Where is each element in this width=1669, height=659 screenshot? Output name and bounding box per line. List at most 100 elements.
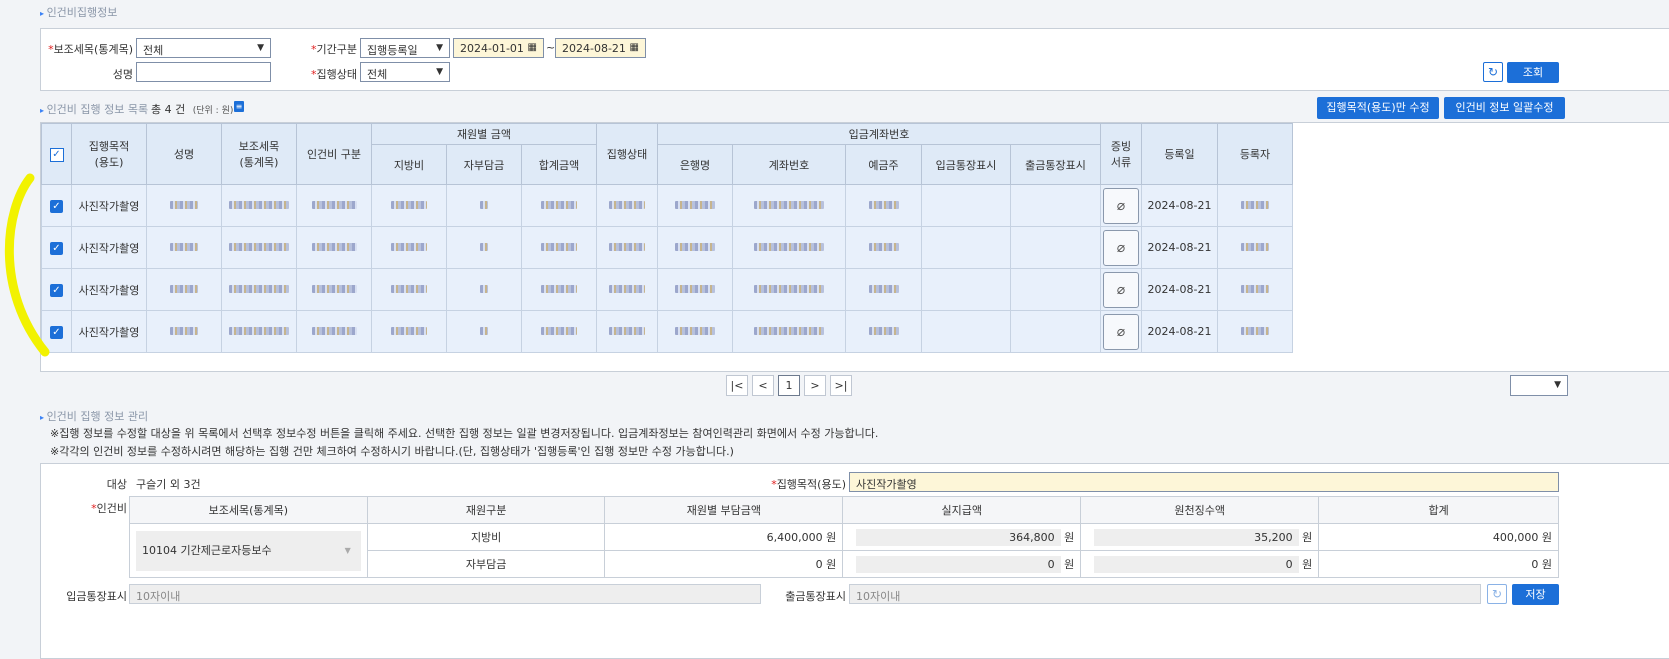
col-account: 입금계좌번호 <box>657 123 1101 145</box>
reset-icon[interactable]: ↻ <box>1487 584 1507 604</box>
withholding-cell: 35,200 원 <box>1080 523 1320 551</box>
deposit-memo-cell <box>921 184 1011 227</box>
withdraw-memo-cell <box>1010 184 1101 227</box>
date-from-input[interactable]: 2024-01-01 ▦ <box>453 38 544 58</box>
deposit-memo-cell <box>921 268 1011 311</box>
status-label: *집행상태 <box>311 68 357 81</box>
redacted-holder <box>868 243 899 251</box>
col-labor-type[interactable]: 인건비 구분 <box>296 123 372 185</box>
last-page-button[interactable]: >| <box>830 375 852 396</box>
redacted-bank <box>675 201 715 209</box>
row-reg-date: 2024-08-21 <box>1141 268 1218 311</box>
period-label: *기간구분 <box>311 43 357 56</box>
redacted-name <box>170 327 198 335</box>
labor-label: *인건비 <box>91 502 127 515</box>
table-row[interactable]: ✓ 사진작가촬영 ⌀ 2024-08-21 <box>41 310 1293 353</box>
row-purpose: 사진작가촬영 <box>71 268 147 311</box>
date-to-input[interactable]: 2024-08-21 ▦ <box>555 38 646 58</box>
redacted-bank <box>675 285 715 293</box>
actual-cell: 0 원 <box>842 550 1082 578</box>
search-button[interactable]: 조회 <box>1507 62 1559 83</box>
table-row[interactable]: ✓ 사진작가촬영 ⌀ 2024-08-21 <box>41 268 1293 311</box>
paperclip-icon[interactable]: ⌀ <box>1103 229 1139 266</box>
col-registrant[interactable]: 등록자 <box>1217 123 1293 185</box>
calendar-icon[interactable]: ▦ <box>630 42 639 53</box>
list-count: 총 4 건 (단위 : 원) <box>151 103 234 116</box>
deposit-memo-input[interactable]: 10자이내 <box>129 584 761 604</box>
withholding-input[interactable]: 0 <box>1093 555 1299 573</box>
redacted-self <box>480 285 488 293</box>
target-value: 구슬기 외 3건 <box>136 478 201 491</box>
withdraw-memo-cell <box>1010 268 1101 311</box>
redacted-local <box>391 243 427 251</box>
page-size-select[interactable]: ▼ <box>1510 375 1568 396</box>
withholding-input[interactable]: 35,200 <box>1093 528 1299 546</box>
redacted-bank <box>675 243 715 251</box>
page-number-button[interactable]: 1 <box>778 375 800 396</box>
table-row[interactable]: ✓ 사진작가촬영 ⌀ 2024-08-21 <box>41 226 1293 269</box>
purpose-input[interactable]: 사진작가촬영 <box>849 472 1559 492</box>
redacted-sub-item <box>229 285 289 293</box>
purpose-label: *집행목적(용도) <box>771 478 846 491</box>
fund-amount-cell: 0 원 <box>604 550 844 578</box>
name-input[interactable] <box>136 62 271 82</box>
sum-cell: 400,000 원 <box>1318 523 1559 551</box>
edit-purpose-button[interactable]: 집행목적(용도)만 수정 <box>1317 97 1439 119</box>
withdraw-memo-cell <box>1010 226 1101 269</box>
actual-input: 364,800 <box>855 528 1061 546</box>
col-self[interactable]: 자부담금 <box>446 144 522 185</box>
col-status[interactable]: 집행상태 <box>596 123 658 185</box>
manage-title: 인건비 집행 정보 관리 <box>40 408 149 424</box>
row-reg-date: 2024-08-21 <box>1141 226 1218 269</box>
next-page-button[interactable]: > <box>804 375 826 396</box>
status-select[interactable]: 전체 ▼ <box>360 62 450 82</box>
excel-icon[interactable]: ≡ <box>234 101 244 112</box>
col-deposit-memo[interactable]: 입금통장표시 <box>921 144 1011 185</box>
sub-item-label: *보조세목(통계목) <box>48 43 133 56</box>
chevron-down-icon: ▼ <box>436 43 443 53</box>
col-bank[interactable]: 은행명 <box>657 144 733 185</box>
th-fund-amount: 재원별 부담금액 <box>604 496 844 524</box>
col-sub-item[interactable]: 보조세목 (통계목) <box>221 123 297 185</box>
col-holder[interactable]: 예금주 <box>845 144 922 185</box>
col-reg-date[interactable]: 등록일 <box>1141 123 1218 185</box>
col-name[interactable]: 성명 <box>146 123 222 185</box>
redacted-sub-item <box>229 201 289 209</box>
col-fund-amount: 재원별 금액 <box>371 123 597 145</box>
redacted-name <box>170 201 198 209</box>
col-purpose[interactable]: 집행목적 (용도) <box>71 123 147 185</box>
col-local[interactable]: 지방비 <box>371 144 447 185</box>
period-select[interactable]: 집행등록일 ▼ <box>360 38 450 58</box>
redacted-labor-type <box>311 285 357 293</box>
redacted-total <box>541 201 577 209</box>
withdraw-memo-input[interactable]: 10자이내 <box>849 584 1481 604</box>
annotation-arc <box>4 173 50 357</box>
sub-item-select[interactable]: 전체 ▼ <box>136 38 271 58</box>
name-label: 성명 <box>112 68 133 81</box>
table-row[interactable]: ✓ 사진작가촬영 ⌀ 2024-08-21 <box>41 184 1293 227</box>
col-total[interactable]: 합계금액 <box>521 144 597 185</box>
withholding-cell: 0 원 <box>1080 550 1320 578</box>
th-fund-type: 재원구분 <box>366 496 606 524</box>
manage-panel: 대상 구슬기 외 3건 *집행목적(용도) 사진작가촬영 *인건비 보조세목(통… <box>40 463 1669 659</box>
redacted-labor-type <box>311 243 357 251</box>
reset-icon[interactable]: ↻ <box>1483 62 1503 82</box>
redacted-total <box>541 327 577 335</box>
sub-item-select[interactable]: 10104 기간제근로자등보수 ▼ <box>136 530 361 571</box>
calendar-icon[interactable]: ▦ <box>528 42 537 53</box>
save-button[interactable]: 저장 <box>1512 584 1559 605</box>
paperclip-icon[interactable]: ⌀ <box>1103 187 1139 224</box>
redacted-name <box>170 243 198 251</box>
th-actual: 실지급액 <box>842 496 1082 524</box>
paperclip-icon[interactable]: ⌀ <box>1103 271 1139 308</box>
col-account-no[interactable]: 계좌번호 <box>732 144 846 185</box>
bulk-edit-button[interactable]: 인건비 정보 일괄수정 <box>1444 97 1565 119</box>
check-icon[interactable]: ✓ <box>49 147 64 162</box>
paperclip-icon[interactable]: ⌀ <box>1103 313 1139 350</box>
deposit-memo-label: 입금통장표시 <box>66 590 127 603</box>
col-evidence[interactable]: 증빙 서류 <box>1100 123 1142 185</box>
first-page-button[interactable]: |< <box>726 375 748 396</box>
redacted-account <box>754 285 824 293</box>
col-withdraw-memo[interactable]: 출금통장표시 <box>1010 144 1101 185</box>
prev-page-button[interactable]: < <box>752 375 774 396</box>
